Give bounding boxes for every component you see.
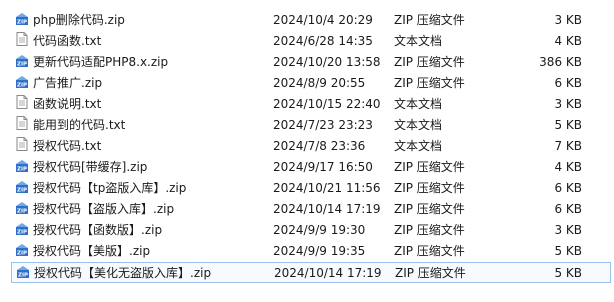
file-row[interactable]: ZIP 授权代码【美化无盗版入库】.zip 2024/10/14 17:19 ZIP … [11,262,611,283]
file-name: 授权代码【美化无盗版入库】.zip [34,266,212,280]
svg-text:ZIP: ZIP [17,62,27,68]
file-type: 文本文档 [394,34,443,48]
zip-icon: ZIP [14,178,30,194]
txt-icon [14,136,30,152]
svg-text:ZIP: ZIP [17,209,27,215]
file-type: ZIP 压缩文件 [394,55,465,69]
file-date-modified: 2024/7/23 23:23 [273,118,373,132]
file-size: 4 KB [554,34,582,48]
file-name: 授权代码.txt [33,139,102,153]
file-name: 授权代码【盗版入库】.zip [33,202,175,216]
txt-icon [14,94,30,110]
file-type: 文本文档 [394,97,443,111]
svg-text:ZIP: ZIP [17,251,27,257]
zip-icon: ZIP [14,10,30,26]
file-date-modified: 2024/10/20 13:58 [273,55,381,69]
file-type: ZIP 压缩文件 [394,202,465,216]
file-type: ZIP 压缩文件 [394,76,465,90]
svg-text:ZIP: ZIP [18,273,28,279]
file-size: 386 KB [539,55,582,69]
file-name: 授权代码【tp盗版入库】.zip [33,181,187,195]
file-name: php删除代码.zip [33,13,125,27]
file-size: 6 KB [554,76,582,90]
file-row[interactable]: 代码函数.txt 2024/6/28 14:35 文本文档 4 KB [11,31,611,52]
txt-icon [14,31,30,47]
file-name: 授权代码[带缓存].zip [33,160,148,174]
svg-text:ZIP: ZIP [17,230,27,236]
file-size: 4 KB [554,160,582,174]
file-row[interactable]: ZIP 授权代码【tp盗版入库】.zip 2024/10/21 11:56 ZIP 压… [11,178,611,199]
file-size: 5 KB [554,266,582,280]
file-date-modified: 2024/10/21 11:56 [273,181,381,195]
zip-icon: ZIP [14,220,30,236]
file-row[interactable]: ZIP 更新代码适配PHP8.x.zip 2024/10/20 13:58 ZIP 压… [11,52,611,73]
file-date-modified: 2024/10/15 22:40 [273,97,381,111]
file-list: ZIP php删除代码.zip 2024/10/4 20:29 ZIP 压缩文件 3 K… [0,0,614,302]
file-row[interactable]: 能用到的代码.txt 2024/7/23 23:23 文本文档 5 KB [11,115,611,136]
file-name: 能用到的代码.txt [33,118,126,132]
file-date-modified: 2024/10/4 20:29 [273,13,373,27]
file-size: 6 KB [554,181,582,195]
file-size: 5 KB [554,118,582,132]
file-row[interactable]: ZIP 授权代码【盗版入库】.zip 2024/10/14 17:19 ZIP 压缩文… [11,199,611,220]
file-row[interactable]: ZIP 授权代码【函数版】.zip 2024/9/9 19:30 ZIP 压缩文件 3 … [11,220,611,241]
file-size: 6 KB [554,202,582,216]
zip-icon: ZIP [14,73,30,89]
file-size: 7 KB [554,139,582,153]
file-size: 3 KB [554,13,582,27]
file-date-modified: 2024/9/17 16:50 [273,160,373,174]
file-row[interactable]: ZIP 广告推广.zip 2024/8/9 20:55 ZIP 压缩文件 6 KB [11,73,611,94]
file-size: 3 KB [554,223,582,237]
file-row[interactable]: 授权代码.txt 2024/7/8 23:36 文本文档 7 KB [11,136,611,157]
file-type: 文本文档 [394,139,443,153]
file-name: 更新代码适配PHP8.x.zip [33,55,169,69]
file-type: ZIP 压缩文件 [394,181,465,195]
file-date-modified: 2024/8/9 20:55 [273,76,366,90]
file-type: ZIP 压缩文件 [394,160,465,174]
file-date-modified: 2024/10/14 17:19 [274,266,382,280]
file-row[interactable]: 函数说明.txt 2024/10/15 22:40 文本文档 3 KB [11,94,611,115]
zip-icon: ZIP [14,199,30,215]
file-name: 授权代码【美版】.zip [33,244,151,258]
file-date-modified: 2024/10/14 17:19 [273,202,381,216]
file-row[interactable]: ZIP 授权代码【美版】.zip 2024/9/9 19:35 ZIP 压缩文件 5 K… [11,241,611,262]
svg-text:ZIP: ZIP [17,83,27,89]
file-type: 文本文档 [394,118,443,132]
file-name: 代码函数.txt [33,34,102,48]
file-name: 广告推广.zip [33,76,103,90]
zip-icon: ZIP [14,241,30,257]
file-row[interactable]: ZIP php删除代码.zip 2024/10/4 20:29 ZIP 压缩文件 3 K… [11,10,611,31]
txt-icon [14,115,30,131]
file-name: 授权代码【函数版】.zip [33,223,163,237]
svg-text:ZIP: ZIP [17,188,27,194]
svg-text:ZIP: ZIP [17,167,27,173]
zip-icon: ZIP [14,157,30,173]
zip-icon: ZIP [14,52,30,68]
file-date-modified: 2024/9/9 19:30 [273,223,366,237]
svg-text:ZIP: ZIP [17,20,27,26]
file-name: 函数说明.txt [33,97,102,111]
file-type: ZIP 压缩文件 [394,223,465,237]
file-date-modified: 2024/7/8 23:36 [273,139,366,153]
file-size: 5 KB [554,244,582,258]
file-date-modified: 2024/9/9 19:35 [273,244,366,258]
file-size: 3 KB [554,97,582,111]
file-type: ZIP 压缩文件 [394,13,465,27]
file-type: ZIP 压缩文件 [395,266,466,280]
file-date-modified: 2024/6/28 14:35 [273,34,373,48]
zip-icon: ZIP [15,263,31,279]
file-row[interactable]: ZIP 授权代码[带缓存].zip 2024/9/17 16:50 ZIP 压缩文件 4… [11,157,611,178]
file-type: ZIP 压缩文件 [394,244,465,258]
